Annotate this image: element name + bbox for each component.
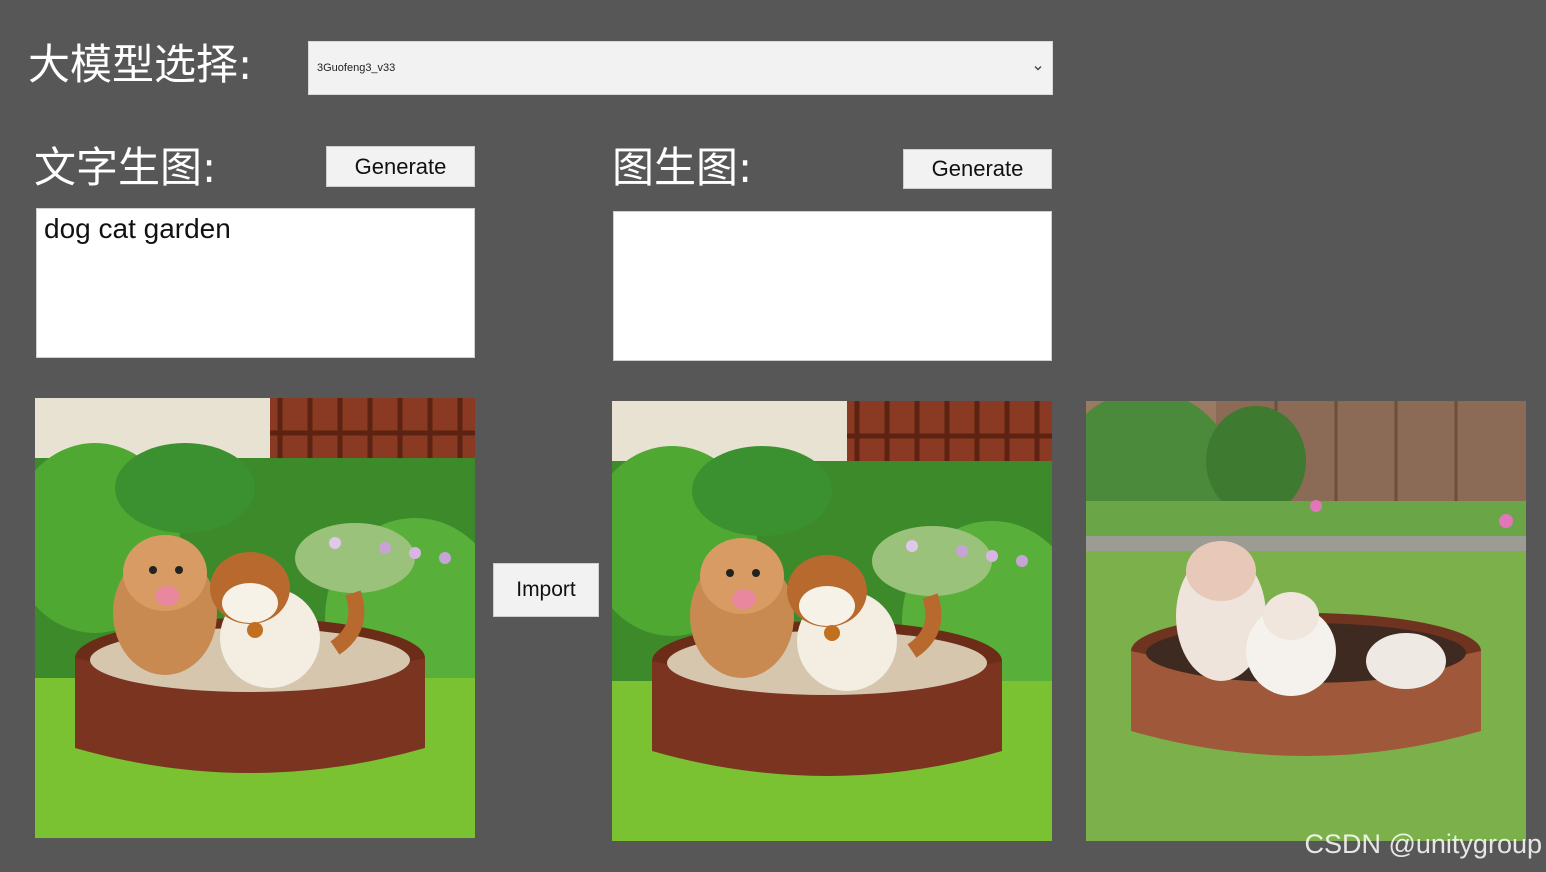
model-select-label: 大模型选择: bbox=[28, 40, 253, 89]
model-dropdown-value: 3Guofeng3_v33 bbox=[317, 62, 396, 74]
watermark-text: CSDN @unitygroup bbox=[1304, 829, 1542, 859]
txt2img-result-image bbox=[35, 398, 475, 838]
txt2img-prompt-input[interactable]: dog cat garden bbox=[36, 208, 475, 358]
import-button[interactable]: Import bbox=[493, 563, 599, 617]
img2img-generate-button[interactable]: Generate bbox=[903, 149, 1052, 189]
img2img-source-image bbox=[612, 401, 1052, 841]
img2img-label: 图生图: bbox=[612, 143, 753, 192]
img2img-result-image bbox=[1086, 401, 1526, 841]
chevron-down-icon bbox=[1034, 66, 1042, 71]
txt2img-label: 文字生图: bbox=[34, 143, 217, 192]
model-dropdown[interactable]: 3Guofeng3_v33 bbox=[308, 41, 1053, 95]
img2img-prompt-input[interactable] bbox=[613, 211, 1052, 361]
txt2img-generate-button[interactable]: Generate bbox=[326, 146, 475, 187]
